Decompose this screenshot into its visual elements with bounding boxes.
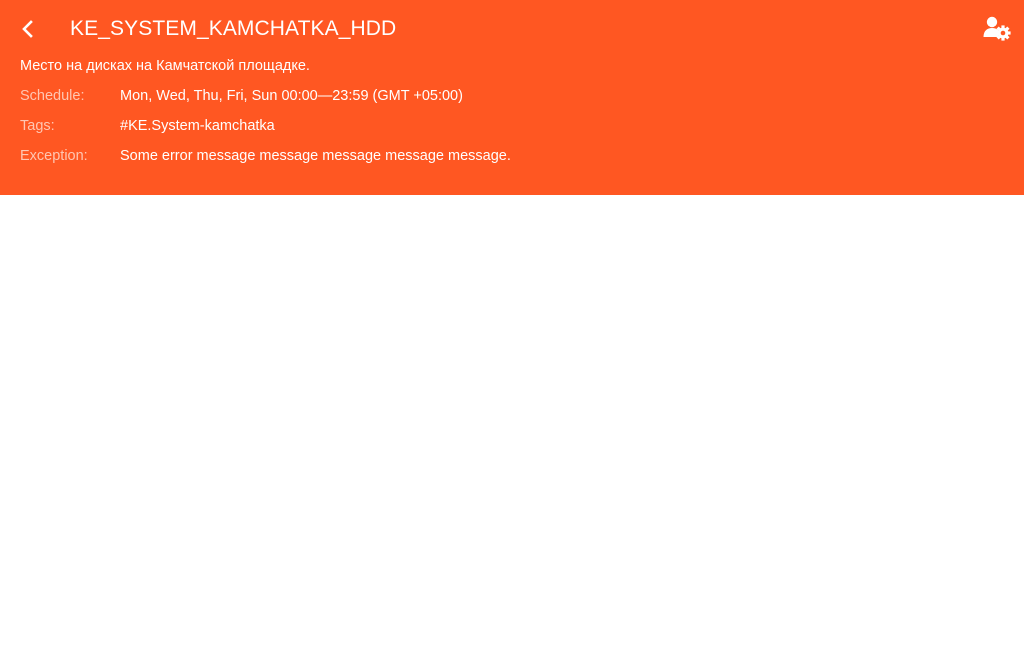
chevron-left-icon: [21, 20, 35, 38]
tag-link[interactable]: #KE.System-kamchatka: [120, 116, 275, 136]
trigger-header: KE_SYSTEM_KAMCHATKA_HDD Место на дисках …: [0, 0, 1024, 195]
schedule-label: Schedule:: [20, 88, 85, 104]
exception-label: Exception:: [20, 148, 88, 164]
user-settings-icon: [982, 14, 1014, 42]
main-content: [0, 195, 1024, 656]
tags-label: Tags:: [20, 118, 55, 134]
schedule-value: Mon, Wed, Thu, Fri, Sun 00:00—23:59 (GMT…: [120, 88, 463, 104]
trigger-description: Место на дисках на Камчатской площадке.: [20, 58, 310, 74]
back-button[interactable]: [14, 14, 42, 44]
page-title: KE_SYSTEM_KAMCHATKA_HDD: [70, 17, 397, 40]
user-settings-button[interactable]: [982, 14, 1014, 44]
exception-value: Some error message message message messa…: [120, 148, 511, 164]
